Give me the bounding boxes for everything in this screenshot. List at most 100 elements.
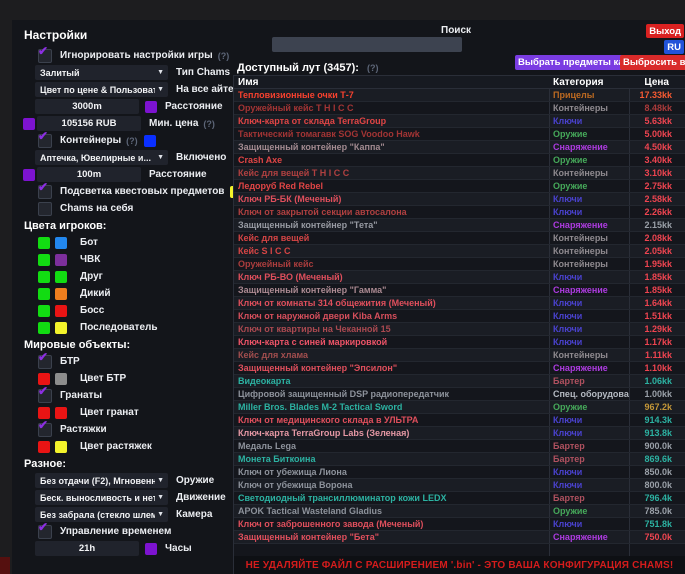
color-swatch[interactable]	[38, 305, 50, 317]
color-swatch[interactable]	[23, 169, 35, 181]
checkbox-checked[interactable]: ✔	[38, 355, 52, 369]
table-row[interactable]: Цифровой защищенный DSP радиопередатчикС…	[234, 388, 685, 401]
dropdown[interactable]: Залитый▼	[35, 65, 168, 80]
item-name: Светодиодный трансиллюминатор кожи LEDX	[234, 492, 550, 504]
table-row[interactable]: Оружейный кейс T H I C CКонтейнеры8.48kk	[234, 102, 685, 115]
table-row[interactable]: APOK Tactical Wasteland GladiusОружие785…	[234, 505, 685, 518]
table-row[interactable]: Медаль LegaБартер900.0k	[234, 440, 685, 453]
chevron-down-icon: ▼	[155, 154, 168, 161]
table-row[interactable]: Ключ-карта от склада TerraGroupКлючи5.63…	[234, 115, 685, 128]
drop-all-button[interactable]: Выбросить все	[620, 55, 685, 70]
color-swatch[interactable]	[38, 237, 50, 249]
table-row[interactable]: Защищенный контейнер "Эпсилон"Снаряжение…	[234, 362, 685, 375]
table-row[interactable]: Тепловизионные очки Т-7Прицелы17.33kk	[234, 89, 685, 102]
color-swatch[interactable]	[55, 271, 67, 283]
color-swatch[interactable]	[38, 254, 50, 266]
text-input[interactable]: 3000m	[35, 99, 139, 114]
table-row[interactable]: Ключ от комнаты 314 общежития (Меченый)К…	[234, 297, 685, 310]
table-row[interactable]: Ключ РБ-БК (Меченый)Ключи2.58kk	[234, 193, 685, 206]
table-row[interactable]: Ключ от убежища ЛионаКлючи850.0k	[234, 466, 685, 479]
table-row[interactable]: Ключ от наружной двери Kiba ArmsКлючи1.5…	[234, 310, 685, 323]
color-swatch[interactable]	[55, 237, 67, 249]
checkbox-checked[interactable]: ✔	[38, 389, 52, 403]
table-row[interactable]: Оружейный кейсКонтейнеры1.95kk	[234, 258, 685, 271]
color-swatch[interactable]	[38, 271, 50, 283]
item-price: 796.4k	[630, 493, 685, 503]
item-name: Ключ от убежища Лиона	[234, 466, 550, 478]
color-swatch[interactable]	[55, 373, 67, 385]
checkbox-checked[interactable]: ✔	[38, 185, 52, 199]
color-swatch[interactable]	[55, 441, 67, 453]
table-row[interactable]: Ключ РБ-ВО (Меченый)Ключи1.85kk	[234, 271, 685, 284]
distance-input: 3000mРасстояние	[22, 99, 233, 114]
table-row[interactable]: Crash AxeОружие3.40kk	[234, 154, 685, 167]
color-swatch[interactable]	[38, 322, 50, 334]
language-button[interactable]: RU	[664, 40, 684, 54]
cheat-menu-screen: Настройки ✔Игнорировать настройки игры(?…	[0, 0, 685, 574]
color-swatch[interactable]	[38, 288, 50, 300]
color-swatch[interactable]	[145, 101, 157, 113]
table-header: Имя Категория Цена	[233, 75, 685, 89]
dropdown[interactable]: Без забрала (стекло шлема)▼	[35, 507, 168, 522]
item-price: 4.50kk	[630, 142, 685, 152]
table-row[interactable]: Ключ от заброшенного завода (Меченый)Клю…	[234, 518, 685, 531]
color-swatch[interactable]	[55, 407, 67, 419]
control-label: Управление временем	[60, 526, 171, 537]
color-swatch[interactable]	[23, 118, 35, 130]
column-header-category[interactable]: Категория	[550, 77, 630, 88]
table-row[interactable]: Защищенный контейнер "Тета"Снаряжение2.1…	[234, 219, 685, 232]
table-row[interactable]: Монета БиткоинаБартер869.6k	[234, 453, 685, 466]
help-hint[interactable]: (?)	[367, 63, 379, 73]
column-header-name[interactable]: Имя	[234, 77, 550, 88]
table-row[interactable]: Ключ от медицинского склада в УЛЬТРАКлюч…	[234, 414, 685, 427]
color-swatch[interactable]	[38, 373, 50, 385]
color-swatch[interactable]	[55, 288, 67, 300]
table-row[interactable]: Защищенный контейнер "Гамма"Снаряжение1.…	[234, 284, 685, 297]
item-name: Ключ от заброшенного завода (Меченый)	[234, 518, 550, 530]
dropdown[interactable]: Цвет по цене & Пользователь▼	[35, 82, 168, 97]
dropdown[interactable]: Аптечка, Ювелирные и...▼	[35, 150, 168, 165]
color-swatch[interactable]	[144, 135, 156, 147]
table-row[interactable]: Ключ от убежища ВоронаКлючи800.0k	[234, 479, 685, 492]
table-row[interactable]: Защищенный контейнер "Каппа"Снаряжение4.…	[234, 141, 685, 154]
table-row[interactable]: Ключ-карта с синей маркировкойКлючи1.17k…	[234, 336, 685, 349]
table-row[interactable]: Защищенный контейнер "Бета"Снаряжение750…	[234, 531, 685, 544]
checkbox-checked[interactable]: ✔	[38, 134, 52, 148]
exit-button[interactable]: Выход	[646, 24, 684, 38]
table-row[interactable]: Miller Bros. Blades M-2 Tactical SwordОр…	[234, 401, 685, 414]
color-swatch[interactable]	[55, 305, 67, 317]
checkbox-checked[interactable]: ✔	[38, 525, 52, 539]
control-label: Игнорировать настройки игры	[60, 50, 213, 61]
text-input[interactable]: 100m	[37, 167, 141, 182]
column-header-price[interactable]: Цена	[630, 77, 685, 88]
text-input[interactable]: 21h	[35, 541, 139, 556]
table-row[interactable]	[234, 544, 685, 556]
table-row[interactable]: Ледоруб Red RebelОружие2.75kk	[234, 180, 685, 193]
item-price: 1.06kk	[630, 376, 685, 386]
table-row[interactable]: Ключ от квартиры на Чеканной 15Ключи1.29…	[234, 323, 685, 336]
text-input[interactable]: 105156 RUB	[37, 116, 141, 131]
table-row[interactable]: Кейс для вещейКонтейнеры2.08kk	[234, 232, 685, 245]
table-row[interactable]: ВидеокартаБартер1.06kk	[234, 375, 685, 388]
table-row[interactable]: Кейс для вещей T H I C CКонтейнеры3.10kk	[234, 167, 685, 180]
color-swatch[interactable]	[55, 254, 67, 266]
checkbox-checked[interactable]: ✔	[38, 49, 52, 63]
table-row[interactable]: Ключ-карта TerraGroup Labs (Зеленая)Ключ…	[234, 427, 685, 440]
table-row[interactable]: Светодиодный трансиллюминатор кожи LEDXБ…	[234, 492, 685, 505]
checkbox-unchecked[interactable]	[38, 202, 52, 216]
table-row[interactable]: Кейс S I C CКонтейнеры2.05kk	[234, 245, 685, 258]
color-swatch[interactable]	[55, 322, 67, 334]
dropdown[interactable]: Без отдачи (F2), Мгновенное п▼	[35, 473, 168, 488]
help-hint[interactable]: (?)	[203, 119, 215, 129]
help-hint[interactable]: (?)	[126, 136, 138, 146]
checkbox-checked[interactable]: ✔	[38, 423, 52, 437]
table-row[interactable]: Тактический томагавк SOG Voodoo HawkОруж…	[234, 128, 685, 141]
color-swatch[interactable]	[38, 441, 50, 453]
dropdown[interactable]: Беск. выносливость и нет уста▼	[35, 490, 168, 505]
color-swatch[interactable]	[145, 543, 157, 555]
table-row[interactable]: Кейс для хламаКонтейнеры1.11kk	[234, 349, 685, 362]
color-swatch[interactable]	[38, 407, 50, 419]
search-input[interactable]	[272, 37, 462, 52]
table-row[interactable]: Ключ от закрытой секции автосалонаКлючи2…	[234, 206, 685, 219]
help-hint[interactable]: (?)	[218, 51, 230, 61]
